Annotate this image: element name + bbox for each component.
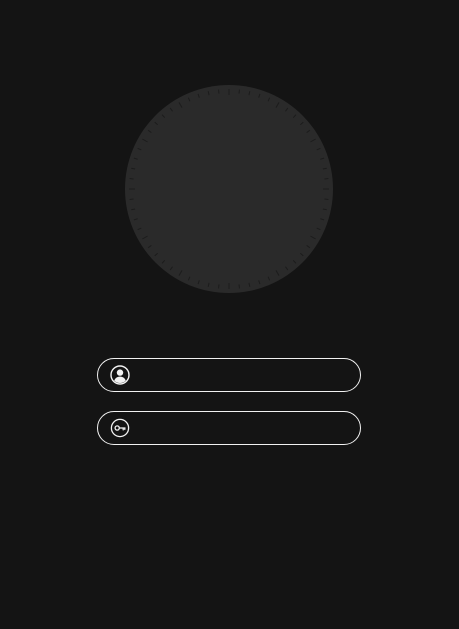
- username-input[interactable]: [140, 360, 346, 390]
- username-field[interactable]: [97, 358, 361, 392]
- avatar-dial-disc: [125, 85, 333, 293]
- login-screen: [0, 0, 459, 629]
- avatar-dial-graphic: [125, 85, 333, 293]
- password-input[interactable]: [140, 413, 346, 443]
- key-icon: [110, 418, 130, 438]
- user-circle-icon: [110, 365, 130, 385]
- password-field[interactable]: [97, 411, 361, 445]
- avatar-dial: [125, 85, 333, 293]
